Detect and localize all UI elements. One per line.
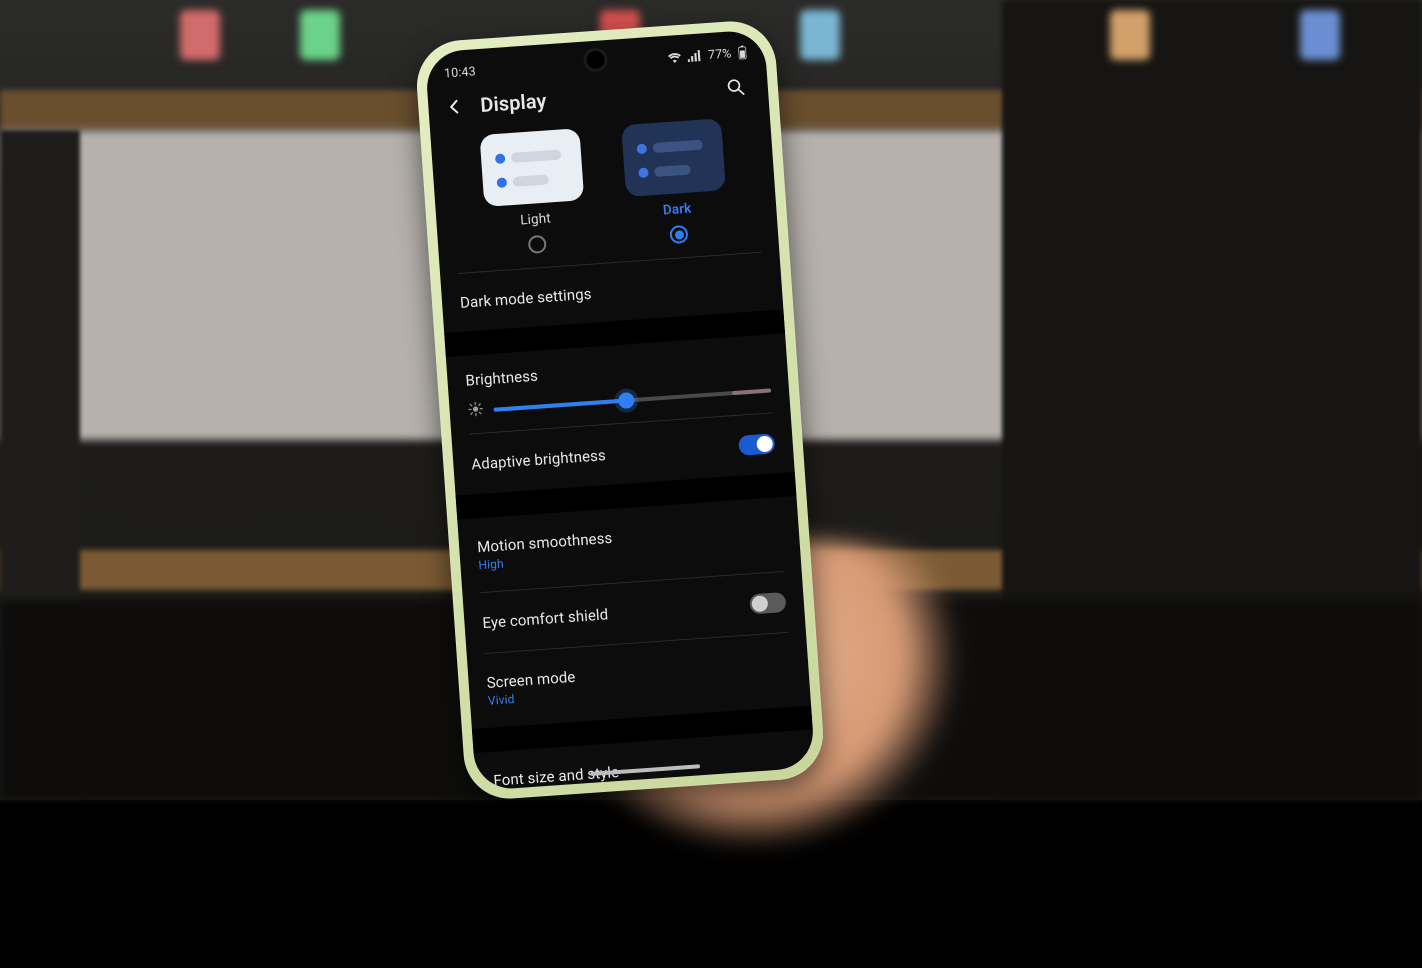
chevron-left-icon [444, 96, 465, 117]
adaptive-brightness-toggle[interactable] [738, 433, 775, 455]
dark-mode-settings-label: Dark mode settings [460, 285, 593, 312]
status-clock: 10:43 [444, 64, 477, 81]
theme-preview-dark [621, 118, 726, 197]
search-icon [725, 76, 746, 97]
theme-mode-selector: Light Dark [430, 113, 778, 268]
wifi-icon [668, 51, 683, 64]
eye-comfort-shield-toggle[interactable] [749, 592, 786, 614]
theme-label-light: Light [520, 210, 552, 228]
row-eye-comfort-shield[interactable]: Eye comfort shield [463, 577, 806, 649]
eye-comfort-shield-label: Eye comfort shield [482, 605, 609, 632]
search-button[interactable] [721, 72, 751, 102]
page-title: Display [480, 77, 711, 117]
font-size-style-label: Font size and style [493, 763, 620, 790]
brightness-slider-thumb[interactable] [618, 392, 635, 409]
theme-label-dark: Dark [662, 201, 691, 219]
back-button[interactable] [440, 92, 470, 122]
status-battery-text: 77% [707, 46, 732, 63]
signal-icon [688, 49, 703, 62]
theme-option-light[interactable]: Light [470, 127, 598, 257]
phone-body: 10:43 77% Display [414, 18, 826, 801]
phone-screen: 10:43 77% Display [425, 29, 816, 791]
battery-icon [737, 45, 748, 60]
theme-preview-light [479, 128, 584, 207]
theme-option-dark[interactable]: Dark [611, 118, 739, 248]
brightness-icon [467, 401, 484, 422]
theme-radio-dark[interactable] [669, 225, 688, 244]
brightness-slider[interactable] [494, 388, 772, 411]
theme-radio-light[interactable] [528, 235, 547, 254]
adaptive-brightness-label: Adaptive brightness [471, 446, 607, 473]
